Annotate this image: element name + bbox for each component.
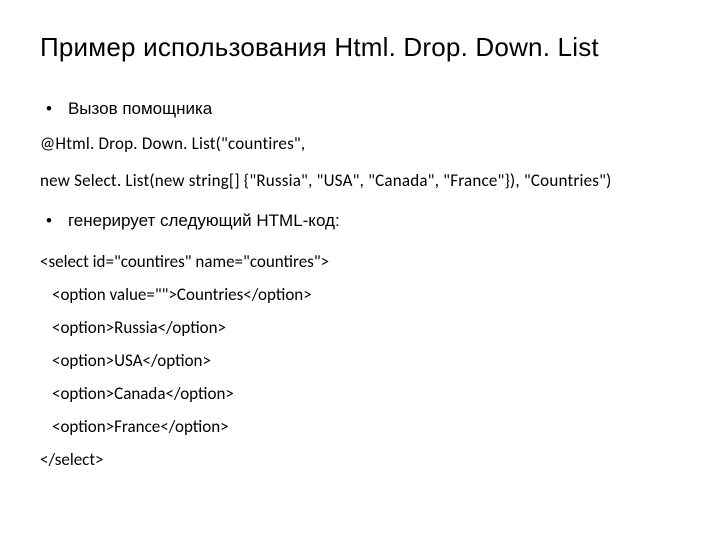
html-output-line-2: <option value="">Countries</option> (40, 284, 680, 305)
code-line-2: new Select. List(new string[] {"Russia",… (40, 170, 680, 191)
code-line-1: @Html. Drop. Down. List("countires", (40, 133, 680, 154)
bullet-item-2: • генерирует следующий HTML-код: (40, 211, 680, 231)
slide-title: Пример использования Html. Drop. Down. L… (40, 32, 680, 63)
bullet-text-2: генерирует следующий HTML-код: (68, 211, 340, 231)
html-output-line-1: <select id="countires" name="countires"> (40, 251, 680, 272)
html-output-line-3: <option>Russia</option> (40, 317, 680, 338)
html-output-line-7: </select> (40, 449, 680, 470)
html-output-line-6: <option>France</option> (40, 416, 680, 437)
html-output-line-4: <option>USA</option> (40, 350, 680, 371)
bullet-item-1: • Вызов помощника (40, 99, 680, 119)
bullet-dot-icon: • (46, 99, 52, 119)
bullet-text-1: Вызов помощника (68, 99, 212, 119)
html-output-line-5: <option>Canada</option> (40, 383, 680, 404)
bullet-dot-icon: • (46, 211, 52, 231)
